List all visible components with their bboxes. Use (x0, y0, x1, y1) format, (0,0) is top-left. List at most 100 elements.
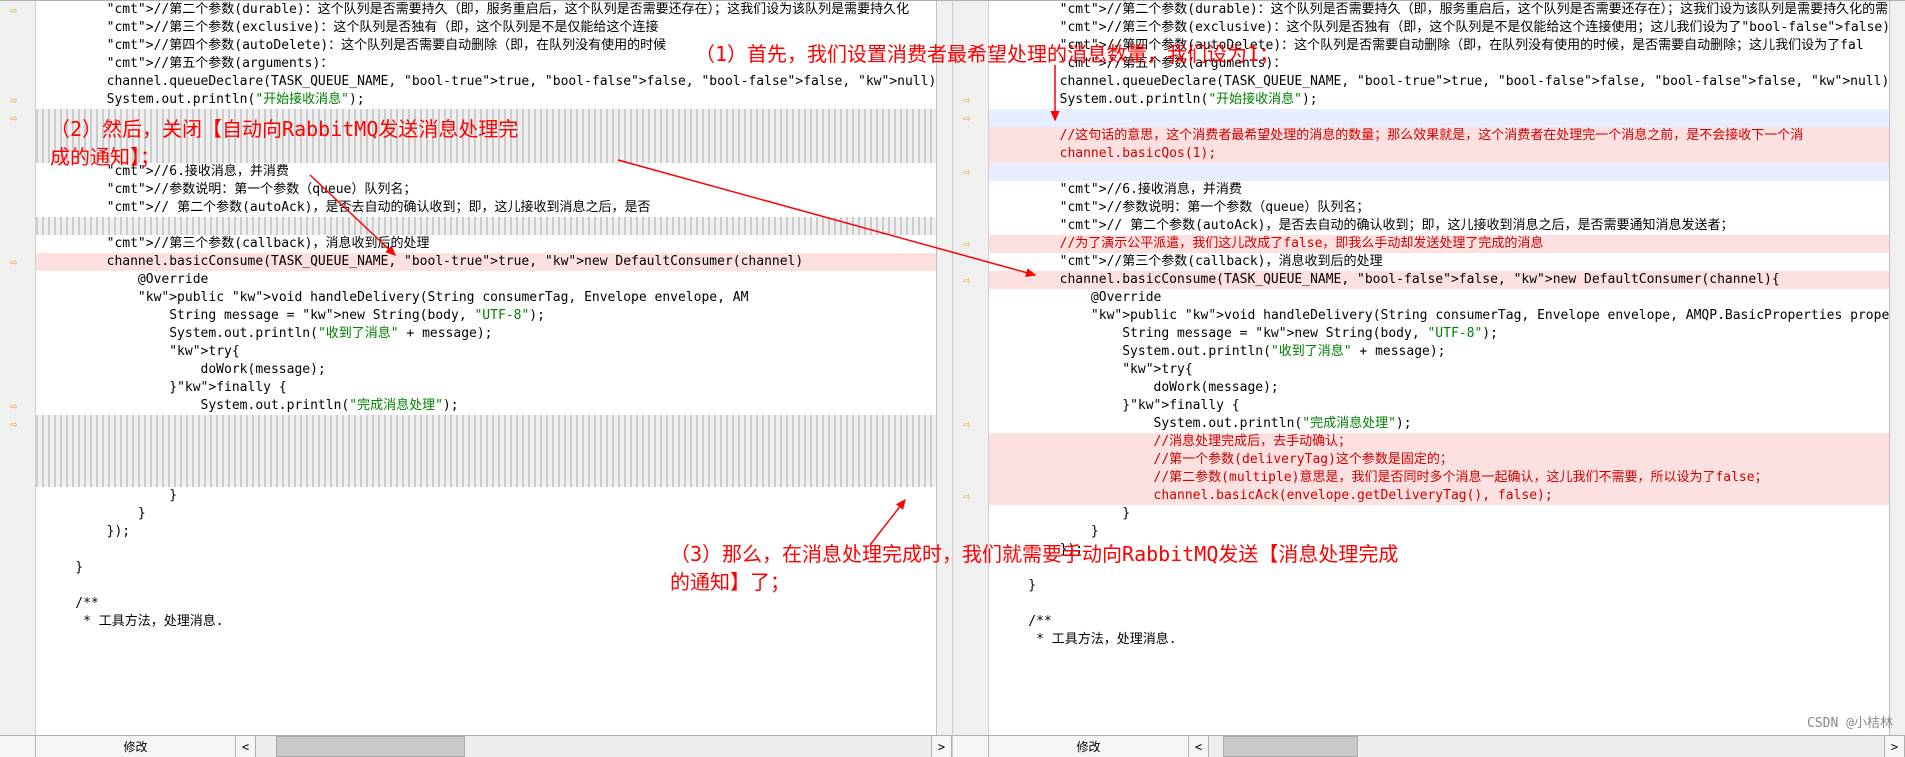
gutter-diff-arrow-icon[interactable]: ⇨ (963, 111, 970, 125)
scroll-left-button[interactable]: < (236, 736, 256, 757)
code-area-left[interactable]: "cmt">//第二个参数(durable)：这个队列是否需要持久（即，服务重启… (36, 1, 936, 735)
code-line[interactable]: }); (36, 523, 936, 541)
code-line[interactable]: @Override (36, 271, 936, 289)
code-line[interactable] (36, 145, 936, 163)
code-line[interactable]: "cmt">// 第二个参数(autoAck)，是否去自动的确认收到；即，这儿接… (36, 199, 936, 217)
code-line[interactable]: "cmt">//第四个参数(autoDelete)：这个队列是否需要自动删除（即… (36, 37, 936, 55)
gutter-diff-arrow-icon[interactable]: ⇨ (10, 255, 17, 269)
code-line[interactable]: String message = "kw">new String(body, "… (36, 307, 936, 325)
code-line[interactable]: "cmt">//参数说明：第一个参数（queue）队列名； (989, 199, 1889, 217)
code-line[interactable]: //这句话的意思，这个消费者最希望处理的消息的数量；那么效果就是，这个消费者在处… (989, 127, 1889, 145)
code-line[interactable]: }); (989, 541, 1889, 559)
code-line[interactable]: System.out.println("完成消息处理"); (36, 397, 936, 415)
bottom-bar-right: 修改 < > (953, 735, 1905, 757)
code-line[interactable]: @Override (989, 289, 1889, 307)
code-line[interactable]: //第二参数(multiple)意思是，我们是否同时多个消息一起确认，这儿我们不… (989, 469, 1889, 487)
code-line[interactable] (989, 163, 1889, 181)
code-line[interactable]: "cmt">// 第二个参数(autoAck)，是否去自动的确认收到；即，这儿接… (989, 217, 1889, 235)
code-line[interactable] (36, 541, 936, 559)
code-line[interactable]: //为了演示公平派遣，我们这儿改成了false，即我么手动却发送处理了完成的消息 (989, 235, 1889, 253)
code-line[interactable]: "cmt">//第四个参数(autoDelete)：这个队列是否需要自动删除（即… (989, 37, 1889, 55)
code-line[interactable]: channel.queueDeclare(TASK_QUEUE_NAME, "b… (989, 73, 1889, 91)
gutter-diff-arrow-icon[interactable]: ⇨ (10, 417, 17, 431)
code-line[interactable] (36, 451, 936, 469)
code-line[interactable] (989, 559, 1889, 577)
code-line[interactable]: /** (36, 595, 936, 613)
diff-split-container: ⇨ ⇨ ⇨ ⇨ ⇨ ⇨ "cmt">//第二个参数(durable)：这个队列是否需要持久… (0, 0, 1905, 757)
code-line[interactable]: "cmt">//6.接收消息，并消费 (989, 181, 1889, 199)
code-line[interactable]: "cmt">//第二个参数(durable)：这个队列是否需要持久（即，服务重启… (36, 1, 936, 19)
code-line[interactable] (36, 469, 936, 487)
code-line[interactable]: "kw">try{ (989, 361, 1889, 379)
code-line[interactable]: /** (989, 613, 1889, 631)
code-line[interactable]: } (989, 577, 1889, 595)
hscroll-track-left[interactable] (256, 736, 932, 757)
gutter-diff-arrow-icon[interactable]: ⇨ (10, 399, 17, 413)
scroll-right-button-r[interactable]: > (1885, 736, 1905, 757)
code-line[interactable] (36, 415, 936, 433)
code-line[interactable]: } (36, 505, 936, 523)
code-line[interactable]: channel.basicConsume(TASK_QUEUE_NAME, "b… (36, 253, 936, 271)
code-line[interactable]: "cmt">//参数说明：第一个参数（queue）队列名； (36, 181, 936, 199)
hscroll-thumb-left[interactable] (276, 736, 465, 757)
code-line[interactable]: channel.queueDeclare(TASK_QUEUE_NAME, "b… (36, 73, 936, 91)
code-line[interactable] (36, 109, 936, 127)
gutter-diff-arrow-icon[interactable]: ⇨ (963, 273, 970, 287)
vertical-scrollbar-left[interactable] (936, 1, 952, 735)
code-line[interactable]: channel.basicQos(1); (989, 145, 1889, 163)
code-line[interactable]: * 工具方法，处理消息. (36, 613, 936, 631)
code-line[interactable]: //第一个参数(deliveryTag)这个参数是固定的； (989, 451, 1889, 469)
code-line[interactable]: "cmt">//第三个参数(callback)，消息收到后的处理 (36, 235, 936, 253)
code-line[interactable]: } (989, 505, 1889, 523)
code-line[interactable]: System.out.println("开始接收消息"); (989, 91, 1889, 109)
code-line[interactable]: }"kw">finally { (989, 397, 1889, 415)
code-line[interactable]: "cmt">//第五个参数(arguments)： (989, 55, 1889, 73)
code-line[interactable]: doWork(message); (989, 379, 1889, 397)
gutter-diff-arrow-icon[interactable]: ⇨ (963, 237, 970, 251)
code-line[interactable]: "kw">try{ (36, 343, 936, 361)
code-line[interactable]: channel.basicAck(envelope.getDeliveryTag… (989, 487, 1889, 505)
vertical-scrollbar-right[interactable] (1889, 1, 1905, 735)
code-line[interactable]: } (36, 487, 936, 505)
code-line[interactable] (36, 433, 936, 451)
scroll-left-button-r[interactable]: < (1189, 736, 1209, 757)
scroll-right-button[interactable]: > (932, 736, 952, 757)
code-line[interactable]: } (989, 523, 1889, 541)
code-line[interactable]: "kw">public "kw">void handleDelivery(Str… (36, 289, 936, 307)
gutter-diff-arrow-icon[interactable]: ⇨ (10, 111, 17, 125)
code-line[interactable]: "cmt">//第五个参数(arguments)： (36, 55, 936, 73)
gutter-diff-arrow-icon[interactable]: ⇨ (963, 93, 970, 107)
code-line[interactable]: System.out.println("收到了消息" + message); (989, 343, 1889, 361)
code-line[interactable] (989, 109, 1889, 127)
code-line[interactable] (989, 595, 1889, 613)
code-line[interactable]: String message = "kw">new String(body, "… (989, 325, 1889, 343)
code-line[interactable]: "kw">public "kw">void handleDelivery(Str… (989, 307, 1889, 325)
code-line[interactable]: }"kw">finally { (36, 379, 936, 397)
code-line[interactable]: "cmt">//第三个参数(callback)，消息收到后的处理 (989, 253, 1889, 271)
gutter-diff-arrow-icon[interactable]: ⇨ (10, 3, 17, 17)
gutter-diff-arrow-icon[interactable]: ⇨ (10, 93, 17, 107)
code-line[interactable]: System.out.println("完成消息处理"); (989, 415, 1889, 433)
gutter-spacer (953, 736, 989, 757)
gutter-diff-arrow-icon[interactable]: ⇨ (963, 489, 970, 503)
code-line[interactable]: //消息处理完成后，去手动确认； (989, 433, 1889, 451)
hscroll-track-right[interactable] (1209, 736, 1885, 757)
code-line[interactable]: channel.basicConsume(TASK_QUEUE_NAME, "b… (989, 271, 1889, 289)
gutter-diff-arrow-icon[interactable]: ⇨ (963, 417, 970, 431)
code-line[interactable] (36, 127, 936, 145)
code-line[interactable]: "cmt">//第三个参数(exclusive)：这个队列是否独有（即，这个队列… (36, 19, 936, 37)
code-line[interactable]: "cmt">//第二个参数(durable)：这个队列是否需要持久（即，服务重启… (989, 1, 1889, 19)
code-line[interactable]: System.out.println("开始接收消息"); (36, 91, 936, 109)
code-area-right[interactable]: "cmt">//第二个参数(durable)：这个队列是否需要持久（即，服务重启… (989, 1, 1889, 735)
code-line[interactable]: System.out.println("收到了消息" + message); (36, 325, 936, 343)
code-line[interactable]: "cmt">//6.接收消息，并消费 (36, 163, 936, 181)
status-label-right: 修改 (989, 736, 1189, 757)
gutter-diff-arrow-icon[interactable]: ⇨ (963, 165, 970, 179)
code-line[interactable] (36, 577, 936, 595)
hscroll-thumb-right[interactable] (1223, 736, 1358, 757)
code-line[interactable]: } (36, 559, 936, 577)
code-line[interactable]: * 工具方法，处理消息. (989, 631, 1889, 649)
code-line[interactable]: "cmt">//第三个参数(exclusive)：这个队列是否独有（即，这个队列… (989, 19, 1889, 37)
code-line[interactable] (36, 217, 936, 235)
code-line[interactable]: doWork(message); (36, 361, 936, 379)
